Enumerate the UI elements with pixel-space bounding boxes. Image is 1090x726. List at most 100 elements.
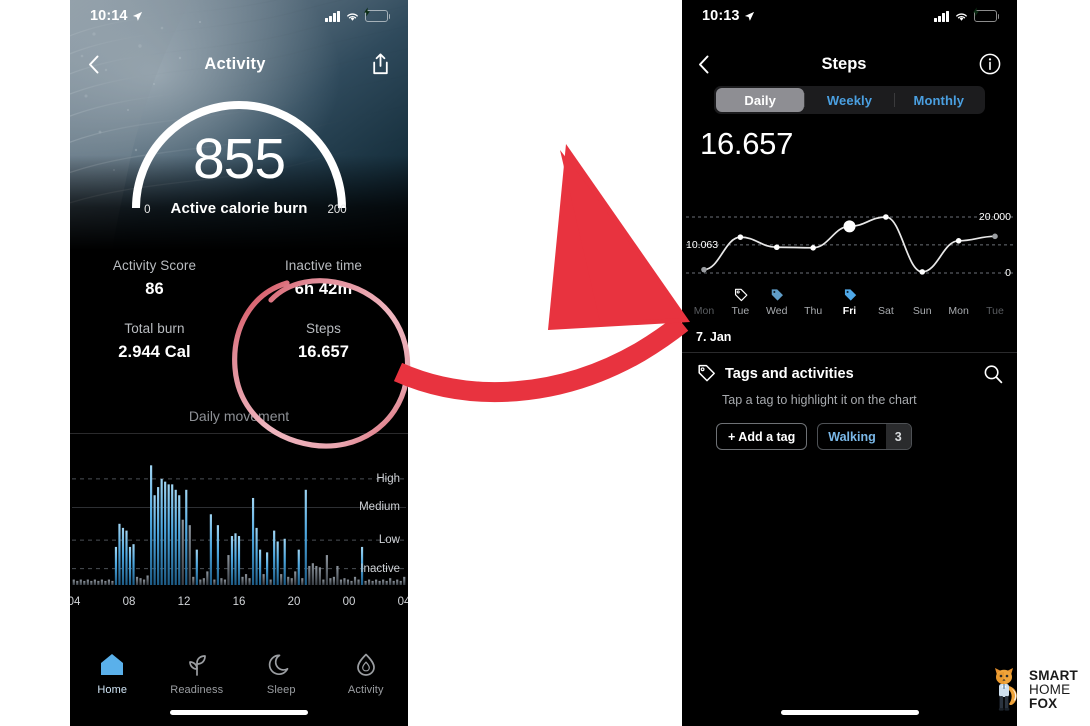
tab-label: Readiness bbox=[170, 684, 224, 696]
stat-key: Total burn bbox=[124, 321, 185, 336]
bar-chart-bar bbox=[199, 579, 202, 585]
wifi-icon bbox=[347, 12, 358, 21]
bar-chart-y-label: Inactive bbox=[360, 562, 400, 575]
bar-chart-bar bbox=[220, 578, 223, 585]
bar-chart-y-label: Low bbox=[378, 534, 400, 547]
day-label: Mon bbox=[948, 305, 969, 317]
day-tag-marker[interactable] bbox=[732, 286, 750, 303]
tag-filled-dim-icon[interactable] bbox=[769, 288, 784, 303]
cellular-bars-icon bbox=[325, 10, 340, 22]
battery-charging-icon bbox=[364, 7, 391, 22]
bar-chart-bar bbox=[276, 541, 279, 585]
day-tag-marker[interactable] bbox=[842, 286, 857, 303]
home-indicator-right bbox=[780, 710, 919, 715]
day-tag-marker bbox=[948, 286, 968, 303]
segment-weekly[interactable]: Weekly bbox=[805, 88, 893, 112]
segment-monthly[interactable]: Monthly bbox=[895, 88, 983, 112]
period-segmented-control[interactable]: Daily Weekly Monthly bbox=[714, 86, 985, 114]
search-icon[interactable] bbox=[983, 364, 1003, 384]
tag-chips-row: + Add a tag Walking 3 bbox=[682, 407, 1017, 450]
day-tag-marker bbox=[913, 286, 932, 303]
day-column-0[interactable]: Mon bbox=[694, 286, 714, 317]
day-label: Tue bbox=[986, 305, 1004, 317]
segment-daily[interactable]: Daily bbox=[716, 88, 805, 112]
bar-chart-bar bbox=[255, 527, 258, 585]
line-chart-axis-label: 10.063 bbox=[686, 238, 719, 251]
tab-home[interactable]: Home bbox=[70, 652, 155, 696]
info-circle-icon[interactable] bbox=[979, 53, 1001, 75]
day-column-1[interactable]: Tue bbox=[732, 286, 750, 317]
annotation-arrow-head bbox=[548, 144, 690, 330]
flame-drop-icon bbox=[356, 653, 375, 676]
day-label: Sun bbox=[912, 305, 932, 317]
bar-chart-bar bbox=[325, 555, 328, 585]
bar-chart-bar bbox=[90, 580, 93, 585]
chevron-left-icon[interactable] bbox=[698, 55, 709, 74]
day-column-2[interactable]: Wed bbox=[766, 286, 787, 317]
day-column-6[interactable]: Sun bbox=[913, 286, 932, 317]
tag-chip-walking[interactable]: Walking 3 bbox=[817, 423, 912, 450]
day-column-5[interactable]: Sat bbox=[878, 286, 894, 317]
bar-chart-bar bbox=[403, 576, 406, 585]
line-chart-point[interactable] bbox=[773, 244, 780, 251]
bar-chart-bar bbox=[160, 478, 163, 585]
tag-outline-icon[interactable] bbox=[733, 288, 748, 303]
tab-sleep[interactable]: Sleep bbox=[239, 652, 324, 696]
cellular-bars-icon bbox=[934, 10, 949, 22]
line-chart-point[interactable] bbox=[810, 245, 816, 251]
tab-readiness[interactable]: Readiness bbox=[155, 652, 240, 696]
day-label: Thu bbox=[804, 305, 823, 317]
bar-chart-bar bbox=[230, 536, 234, 585]
stat-value: 16.657 bbox=[297, 343, 350, 361]
bar-chart-bar bbox=[216, 525, 219, 585]
line-chart-point[interactable] bbox=[919, 269, 926, 275]
tags-and-activities-section: Tags and activities Tap a tag to highlig… bbox=[682, 360, 1017, 450]
stat-cell-inactive-time: Inactive time 6h 42m bbox=[239, 258, 408, 299]
day-labels-row[interactable]: Mon Tue Wed Thu Fri Sat Sun Mon Tue bbox=[682, 286, 1017, 324]
annotation-arrow-head-fill bbox=[560, 150, 686, 322]
bar-chart-svg bbox=[72, 465, 406, 585]
line-chart-svg[interactable] bbox=[682, 195, 1017, 285]
bar-chart-bar bbox=[227, 555, 230, 585]
line-chart-point[interactable] bbox=[883, 214, 889, 220]
nav-bar-activity: Activity bbox=[70, 42, 408, 86]
chevron-left-icon[interactable] bbox=[88, 55, 99, 74]
bar-chart-bar bbox=[283, 538, 286, 585]
annotation-arrow-shaft bbox=[393, 315, 689, 403]
stat-value: 86 bbox=[145, 280, 164, 298]
line-chart-point[interactable] bbox=[737, 234, 744, 240]
line-chart-point[interactable] bbox=[701, 266, 707, 273]
bar-chart-bar bbox=[297, 549, 300, 585]
bar-chart-bar bbox=[118, 523, 121, 585]
share-upload-icon[interactable] bbox=[371, 53, 390, 75]
bar-chart-bar bbox=[93, 579, 96, 585]
bar-chart-bar bbox=[304, 489, 307, 585]
day-tag-marker bbox=[694, 286, 714, 303]
bar-chart-bar bbox=[146, 575, 149, 585]
bar-chart-bar bbox=[269, 579, 272, 585]
tag-filled-icon[interactable] bbox=[842, 288, 857, 303]
line-chart-point-selected[interactable] bbox=[843, 220, 856, 233]
bar-chart-bar bbox=[322, 579, 325, 585]
day-column-8[interactable]: Tue bbox=[986, 286, 1004, 317]
day-column-7[interactable]: Mon bbox=[948, 286, 968, 317]
sprout-icon bbox=[188, 655, 206, 676]
bar-chart-bar bbox=[294, 571, 297, 585]
add-a-tag-button[interactable]: + Add a tag bbox=[716, 423, 808, 450]
line-chart-point[interactable] bbox=[992, 233, 998, 240]
status-time-group: 10:14 bbox=[90, 8, 143, 24]
watermark-line-1: SMART bbox=[1029, 668, 1078, 684]
status-time: 10:14 bbox=[90, 8, 128, 24]
stats-grid: Activity Score 86 Inactive time 6h 42m Total… bbox=[70, 258, 408, 362]
day-column-3[interactable]: Thu bbox=[804, 286, 822, 317]
bar-chart-bar bbox=[339, 579, 343, 585]
tab-activity[interactable]: Activity bbox=[324, 652, 409, 696]
line-chart-point[interactable] bbox=[955, 238, 962, 244]
line-chart-axis-label: 0 bbox=[1005, 267, 1011, 279]
bar-chart-bar bbox=[332, 576, 336, 585]
steps-line-chart[interactable]: 20.000 10.063 0 bbox=[682, 195, 1017, 285]
day-tag-marker[interactable] bbox=[766, 286, 787, 303]
tag-icon bbox=[698, 364, 715, 382]
page-title-steps: Steps bbox=[821, 54, 867, 73]
day-column-4[interactable]: Fri bbox=[842, 286, 857, 317]
